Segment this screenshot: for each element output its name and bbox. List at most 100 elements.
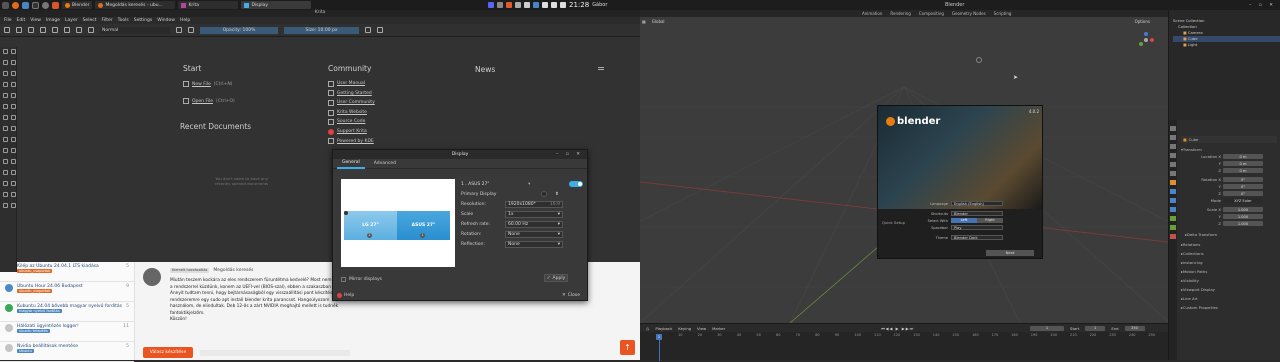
collections-panel[interactable]: ▸ Collections	[1181, 250, 1277, 257]
display-enable-toggle[interactable]	[568, 181, 583, 187]
fill-tool-icon[interactable]	[3, 148, 8, 153]
options-menu[interactable]: Options	[1135, 19, 1150, 24]
refresh-select[interactable]: 60.00 Hz ▾	[505, 220, 563, 228]
menu-settings[interactable]: Settings	[134, 18, 152, 23]
brush-tool-icon[interactable]	[3, 71, 8, 76]
modifier-tab-icon[interactable]	[1170, 189, 1176, 194]
timeline-ruler[interactable]: 10 20 30 40 50 60 70 80 90 100 110 120 130 140 150 160 1…	[640, 332, 1168, 340]
similar-select-icon[interactable]	[11, 192, 16, 197]
menu-select[interactable]: Select	[83, 18, 97, 23]
rectangle-tool-icon[interactable]	[3, 82, 8, 87]
text-tool-icon[interactable]	[3, 60, 8, 65]
power-icon[interactable]	[560, 2, 566, 8]
language-select[interactable]: English (English)	[951, 201, 1003, 206]
redo-icon[interactable]	[52, 27, 58, 33]
files-icon[interactable]	[22, 1, 29, 9]
task-display[interactable]: Display	[241, 1, 312, 9]
menu-tools[interactable]: Tools	[118, 18, 129, 23]
reference-tool-icon[interactable]	[11, 159, 16, 164]
selected-display[interactable]: 1 . ASUS 27"	[461, 182, 489, 187]
reply-button[interactable]: Válasz készítése	[143, 347, 193, 358]
scale-y-field[interactable]: 1.000	[1223, 214, 1263, 219]
mirror-icon[interactable]	[365, 27, 371, 33]
transform-tool-icon[interactable]	[11, 49, 16, 54]
pan-tool-icon[interactable]	[11, 203, 16, 208]
render-tab-icon[interactable]	[1170, 135, 1176, 140]
polygon-tool-icon[interactable]	[3, 93, 8, 98]
window-controls[interactable]: – ▫ ✕	[556, 150, 583, 159]
location-z-field[interactable]: 0 m	[1223, 168, 1263, 173]
network-icon[interactable]	[542, 2, 548, 8]
opacity-slider[interactable]: Opacity: 100%	[200, 26, 278, 34]
discord-icon[interactable]	[488, 2, 494, 8]
zoom-tool-icon[interactable]	[3, 203, 8, 208]
save-icon[interactable]	[28, 27, 34, 33]
link-getting-started[interactable]: Getting Started	[337, 89, 372, 99]
apps-menu-icon[interactable]	[2, 1, 9, 9]
next-button[interactable]: Next	[986, 250, 1034, 256]
settings-icon[interactable]	[42, 1, 49, 9]
freehand-path-icon[interactable]	[11, 104, 16, 109]
rotation-mode-select[interactable]: XYZ Euler	[1223, 198, 1263, 203]
menu-filter[interactable]: Filter	[101, 18, 112, 23]
world-tab-icon[interactable]	[1170, 171, 1176, 176]
menu-layer[interactable]: Layer	[65, 18, 78, 23]
edit-shapes-icon[interactable]	[11, 60, 16, 65]
rotation-z-field[interactable]: 0°	[1223, 191, 1263, 196]
brush-preset-icon[interactable]	[88, 27, 94, 33]
software-icon[interactable]	[52, 1, 59, 9]
tab-geometry-nodes[interactable]: Geometry Nodes	[952, 11, 986, 16]
clipboard-icon[interactable]	[515, 2, 521, 8]
thread-item[interactable]: Kubuntu 24.04 bővebb magyar nyelvű fordí…	[0, 302, 134, 322]
particles-tab-icon[interactable]	[1170, 198, 1176, 203]
volume-icon[interactable]	[551, 2, 557, 8]
new-file-link[interactable]: New File	[192, 82, 211, 87]
object-mode-icon[interactable]: ▦	[642, 19, 646, 24]
user-name[interactable]: Gábor	[592, 2, 607, 8]
scroll-top-button[interactable]: ↑	[620, 340, 635, 355]
delta-transform-panel[interactable]: ▸ Delta Transform	[1181, 231, 1277, 238]
viewport-display-panel[interactable]: ▸ Viewport Display	[1181, 286, 1277, 293]
steam-icon[interactable]	[497, 2, 503, 8]
scale-x-field[interactable]: 1.000	[1223, 207, 1263, 212]
ellipse-tool-icon[interactable]	[11, 82, 16, 87]
bezier-tool-icon[interactable]	[3, 104, 8, 109]
pattern-icon[interactable]	[76, 27, 82, 33]
view-layer-tab-icon[interactable]	[1170, 153, 1176, 158]
link-source-code[interactable]: Source Code	[337, 117, 365, 127]
resolution-select[interactable]: 1920x1080* 16:9	[505, 200, 563, 208]
current-frame-field[interactable]: 1	[1030, 325, 1065, 331]
scale-z-field[interactable]: 1.000	[1223, 221, 1263, 226]
task-forum[interactable]: Megoldás keresés - ubu...	[95, 1, 176, 9]
notifications-icon[interactable]	[524, 2, 530, 8]
crop-tool-icon[interactable]	[3, 126, 8, 131]
bluetooth-icon[interactable]	[533, 2, 539, 8]
playback-controls[interactable]: ⏮◀◀ ▶ ▶▶⏭	[881, 326, 914, 331]
timeline-editor-icon[interactable]: ◷	[646, 326, 649, 331]
close-button[interactable]: ✕ Close	[562, 293, 580, 298]
menu-file[interactable]: File	[4, 18, 12, 23]
output-tab-icon[interactable]	[1170, 144, 1176, 149]
undo-icon[interactable]	[40, 27, 46, 33]
multibrush-icon[interactable]	[11, 115, 16, 120]
menu-window[interactable]: Window	[157, 18, 175, 23]
relations-panel[interactable]: ▸ Relations	[1181, 241, 1277, 248]
select-tool-icon[interactable]	[3, 49, 8, 54]
menu-edit[interactable]: Edit	[17, 18, 26, 23]
link-user-manual[interactable]: User Manual	[337, 79, 365, 89]
instancing-panel[interactable]: ▸ Instancing	[1181, 259, 1277, 266]
reflection-select[interactable]: None ▾	[505, 240, 563, 248]
link-user-community[interactable]: User Community	[337, 98, 375, 108]
menu-image[interactable]: Image	[46, 18, 60, 23]
task-krita[interactable]: Krita	[178, 1, 239, 9]
thread-item[interactable]: Hálózati ügyintézés logger! ubuntu telepí…	[0, 322, 134, 342]
link-krita-website[interactable]: Krita Website	[337, 108, 367, 118]
measure-tool-icon[interactable]	[3, 159, 8, 164]
rect-select-icon[interactable]	[3, 170, 8, 175]
constraints-tab-icon[interactable]	[1170, 216, 1176, 221]
data-tab-icon[interactable]	[1170, 225, 1176, 230]
chevron-down-icon[interactable]: ▾	[528, 182, 530, 187]
transform-orientation[interactable]: Global	[652, 19, 665, 24]
transform-panel-header[interactable]: ▾ Transform	[1181, 146, 1277, 153]
object-tab-icon[interactable]	[1170, 180, 1176, 185]
